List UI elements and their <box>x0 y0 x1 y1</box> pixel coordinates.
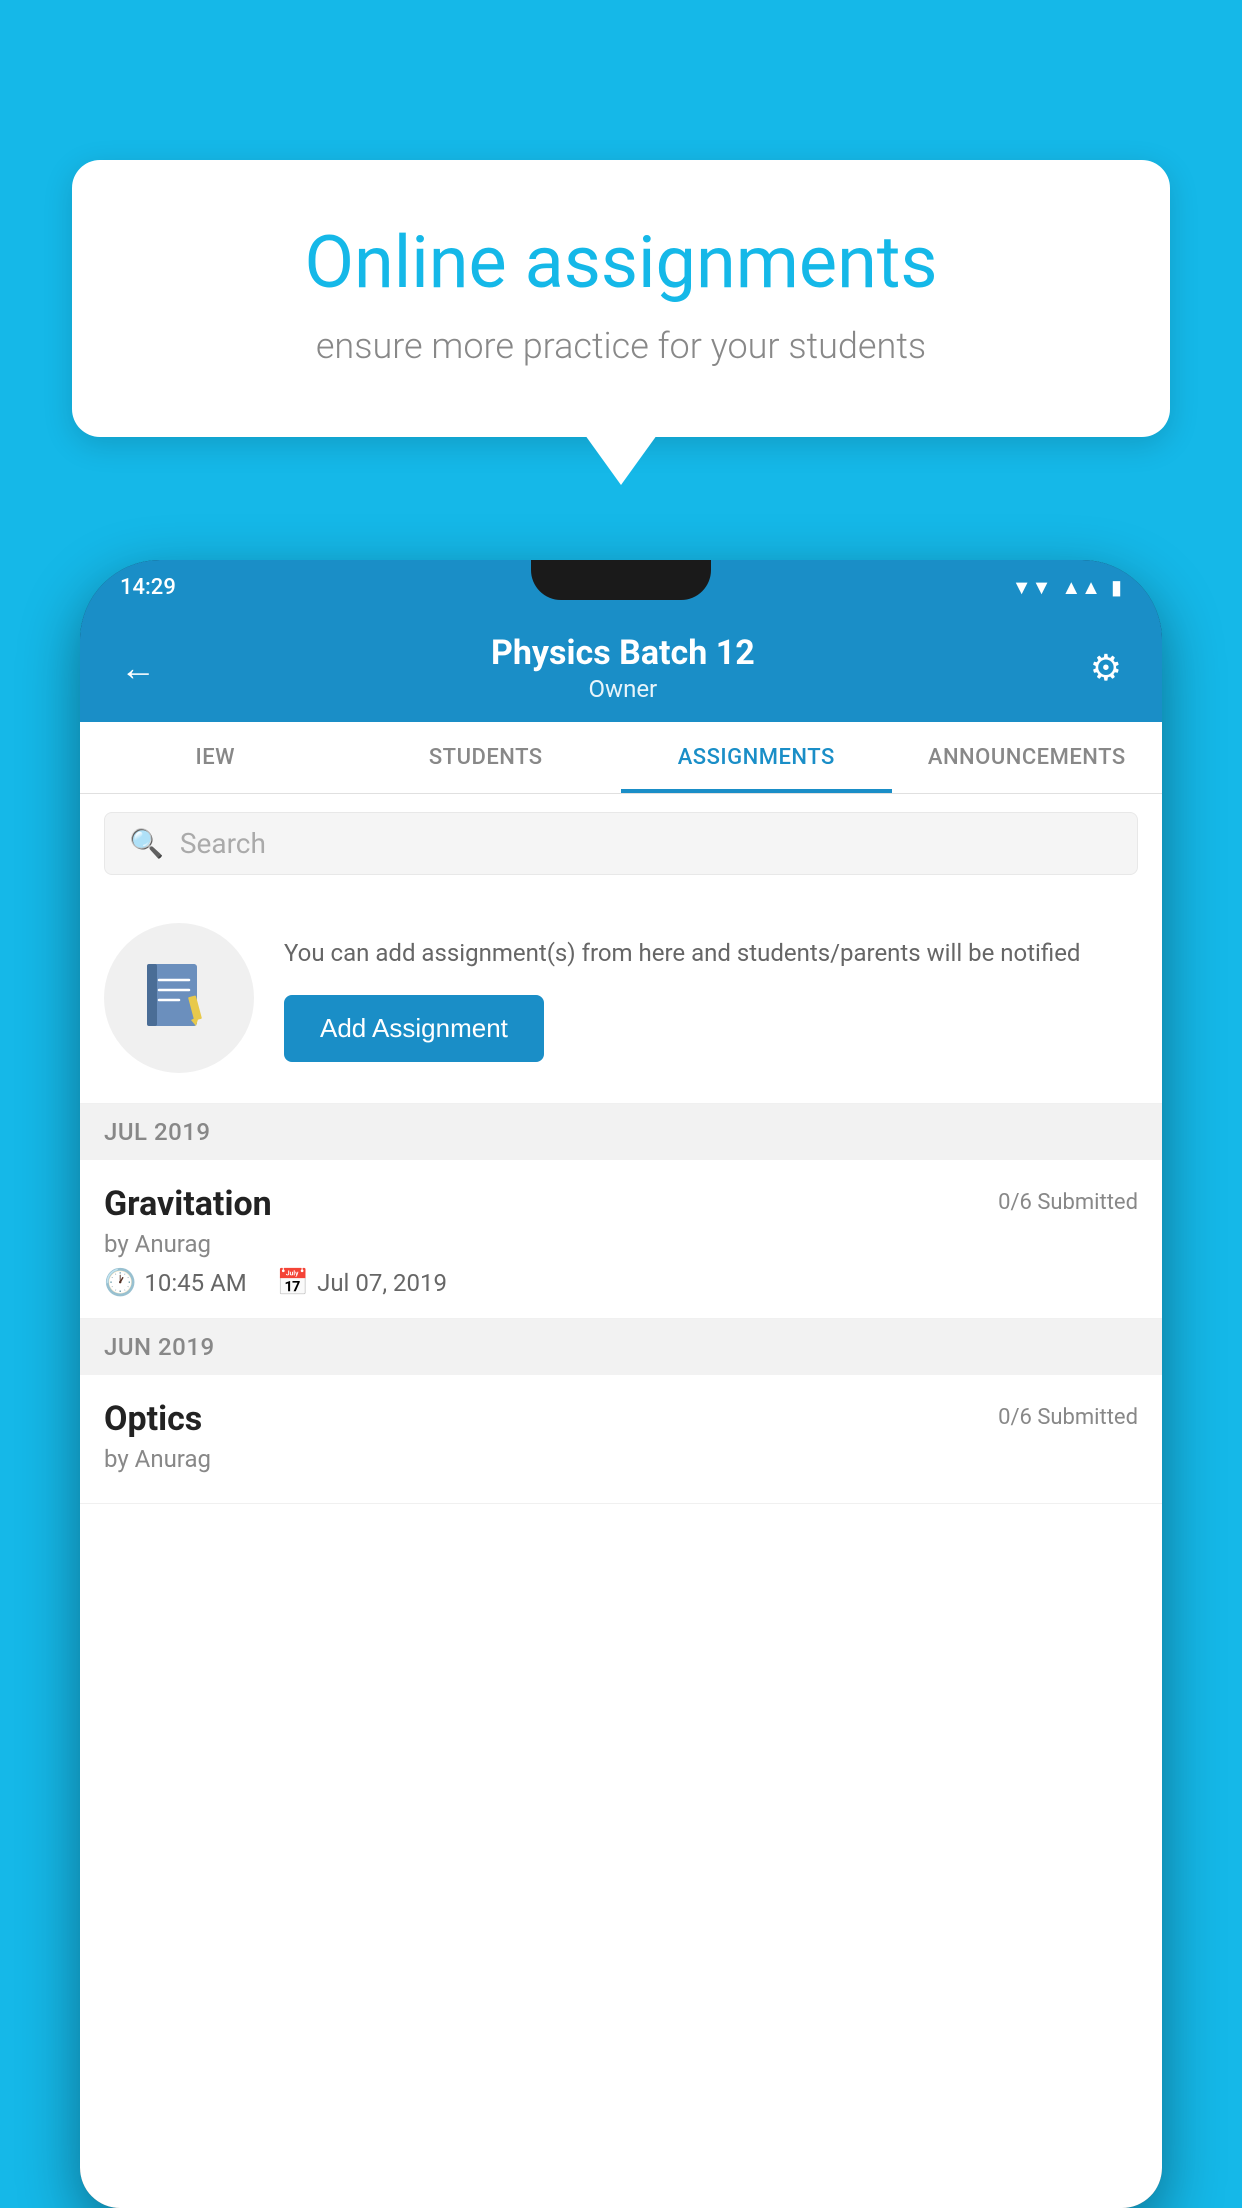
assignment-date: 📅 Jul 07, 2019 <box>277 1268 447 1298</box>
tabs-bar: IEW STUDENTS ASSIGNMENTS ANNOUNCEMENTS <box>80 722 1162 794</box>
assignment-meta: 🕐 10:45 AM 📅 Jul 07, 2019 <box>104 1268 1138 1298</box>
assignment-item-top-optics: Optics 0/6 Submitted <box>104 1399 1138 1439</box>
app-bar: ← Physics Batch 12 Owner ⚙ <box>80 612 1162 722</box>
add-assignment-section: You can add assignment(s) from here and … <box>80 893 1162 1104</box>
phone-frame: 14:29 ▼▼ ▲▲ ▮ ← Physics Batch 12 Owner ⚙… <box>80 560 1162 2208</box>
phone-notch <box>531 560 711 600</box>
app-bar-title-wrap: Physics Batch 12 Owner <box>491 633 755 703</box>
assignment-submitted: 0/6 Submitted <box>998 1190 1138 1215</box>
add-assignment-button[interactable]: Add Assignment <box>284 995 544 1062</box>
assignment-icon-circle <box>104 923 254 1073</box>
calendar-icon: 📅 <box>277 1268 309 1298</box>
month-header-jun: JUN 2019 <box>80 1319 1162 1375</box>
info-card: Online assignments ensure more practice … <box>72 160 1170 437</box>
assignment-time: 🕐 10:45 AM <box>104 1268 247 1298</box>
assignment-by-optics: by Anurag <box>104 1445 1138 1473</box>
tab-assignments[interactable]: ASSIGNMENTS <box>621 722 892 793</box>
info-card-title: Online assignments <box>142 220 1100 305</box>
assignment-item-optics[interactable]: Optics 0/6 Submitted by Anurag <box>80 1375 1162 1504</box>
phone-screen: IEW STUDENTS ASSIGNMENTS ANNOUNCEMENTS 🔍… <box>80 722 1162 2208</box>
add-assignment-description: You can add assignment(s) from here and … <box>284 935 1138 971</box>
app-bar-subtitle: Owner <box>491 675 755 703</box>
wifi-icon: ▼▼ <box>1012 575 1052 600</box>
assignment-by: by Anurag <box>104 1230 1138 1258</box>
assignment-name: Gravitation <box>104 1184 272 1224</box>
assignment-submitted-optics: 0/6 Submitted <box>998 1405 1138 1430</box>
search-icon: 🔍 <box>129 827 164 860</box>
search-placeholder: Search <box>180 827 266 860</box>
info-card-subtitle: ensure more practice for your students <box>142 325 1100 367</box>
signal-icon: ▲▲ <box>1061 575 1101 600</box>
search-bar[interactable]: 🔍 Search <box>104 812 1138 875</box>
settings-icon[interactable]: ⚙ <box>1090 647 1122 689</box>
tab-announcements[interactable]: ANNOUNCEMENTS <box>892 722 1163 793</box>
tab-iew[interactable]: IEW <box>80 722 351 793</box>
back-button[interactable]: ← <box>120 647 156 689</box>
notebook-icon <box>139 958 219 1038</box>
tab-students[interactable]: STUDENTS <box>351 722 622 793</box>
app-bar-title: Physics Batch 12 <box>491 633 755 673</box>
search-container: 🔍 Search <box>80 794 1162 893</box>
month-header-jul: JUL 2019 <box>80 1104 1162 1160</box>
status-icons: ▼▼ ▲▲ ▮ <box>1012 575 1122 600</box>
clock-icon: 🕐 <box>104 1268 136 1298</box>
assignment-item-top: Gravitation 0/6 Submitted <box>104 1184 1138 1224</box>
status-time: 14:29 <box>120 575 176 600</box>
assignment-name-optics: Optics <box>104 1399 202 1439</box>
battery-icon: ▮ <box>1111 575 1122 599</box>
assignment-item-gravitation[interactable]: Gravitation 0/6 Submitted by Anurag 🕐 10… <box>80 1160 1162 1319</box>
add-assignment-right: You can add assignment(s) from here and … <box>284 935 1138 1062</box>
